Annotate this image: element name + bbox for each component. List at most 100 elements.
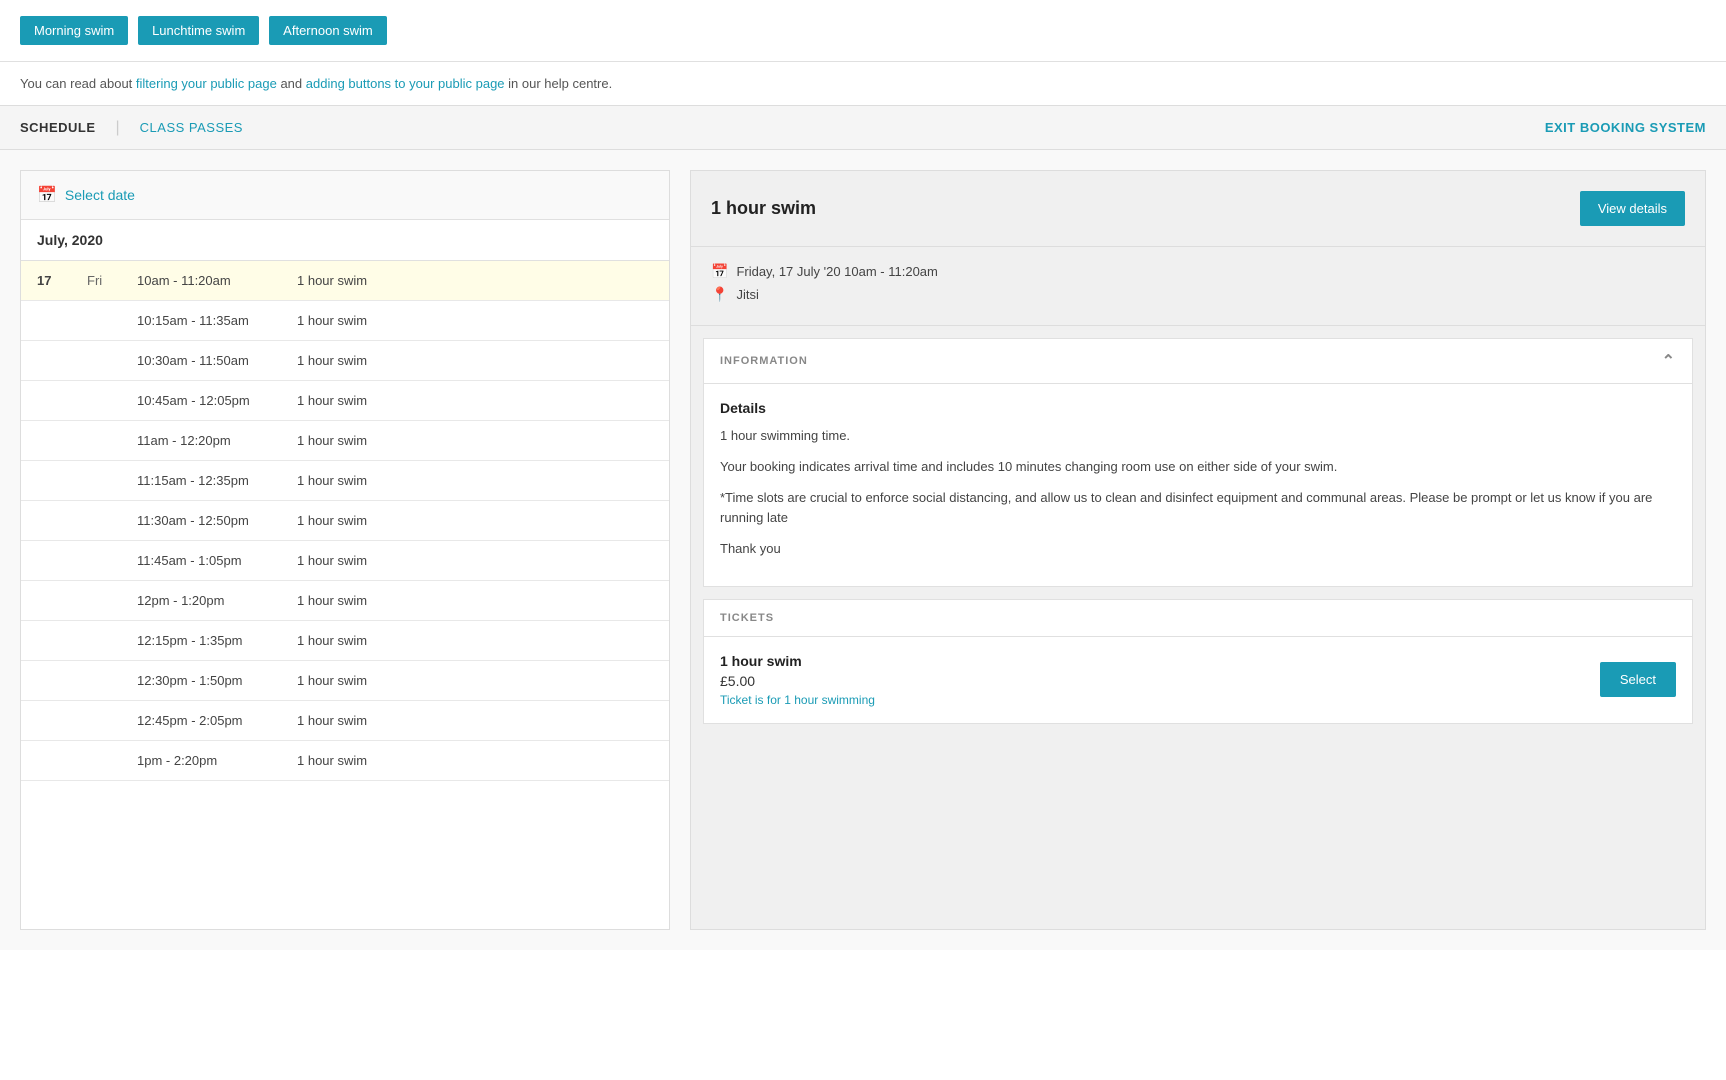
tickets-header: TICKETS xyxy=(704,600,1692,637)
ticket-name: 1 hour swim xyxy=(720,653,1600,669)
class-name: 1 hour swim xyxy=(281,581,669,621)
time-slot: 10am - 11:20am xyxy=(121,261,281,301)
schedule-panel: 📅 Select date July, 2020 17Fri10am - 11:… xyxy=(20,170,670,930)
lunchtime-swim-button[interactable]: Lunchtime swim xyxy=(138,16,259,45)
time-slot: 12:45pm - 2:05pm xyxy=(121,701,281,741)
detail-datetime-row: 📅 Friday, 17 July '20 10am - 11:20am xyxy=(711,263,1685,280)
day-number: 17 xyxy=(21,261,71,301)
day-name xyxy=(71,621,121,661)
filter-bar: Morning swim Lunchtime swim Afternoon sw… xyxy=(0,0,1726,62)
class-name: 1 hour swim xyxy=(281,461,669,501)
detail-line-4: Thank you xyxy=(720,539,1676,560)
time-slot: 10:45am - 12:05pm xyxy=(121,381,281,421)
details-panel: 1 hour swim View details 📅 Friday, 17 Ju… xyxy=(690,170,1706,930)
ticket-info: 1 hour swim £5.00 Ticket is for 1 hour s… xyxy=(720,653,1600,707)
select-date-link[interactable]: Select date xyxy=(65,187,135,203)
table-row[interactable]: 11:45am - 1:05pm1 hour swim xyxy=(21,541,669,581)
detail-header: 1 hour swim View details xyxy=(691,171,1705,247)
filter-page-link[interactable]: filtering your public page xyxy=(136,76,277,91)
day-number xyxy=(21,381,71,421)
table-row[interactable]: 12:45pm - 2:05pm1 hour swim xyxy=(21,701,669,741)
day-number xyxy=(21,301,71,341)
detail-title: 1 hour swim xyxy=(711,198,816,219)
day-name xyxy=(71,341,121,381)
table-row[interactable]: 12pm - 1:20pm1 hour swim xyxy=(21,581,669,621)
detail-line-3: *Time slots are crucial to enforce socia… xyxy=(720,488,1676,530)
table-row[interactable]: 11am - 12:20pm1 hour swim xyxy=(21,421,669,461)
ticket-note: Ticket is for 1 hour swimming xyxy=(720,693,1600,707)
day-name xyxy=(71,301,121,341)
day-number xyxy=(21,501,71,541)
ticket-price: £5.00 xyxy=(720,673,1600,689)
class-name: 1 hour swim xyxy=(281,261,669,301)
table-row[interactable]: 17Fri10am - 11:20am1 hour swim xyxy=(21,261,669,301)
time-slot: 11am - 12:20pm xyxy=(121,421,281,461)
time-slot: 11:30am - 12:50pm xyxy=(121,501,281,541)
day-number xyxy=(21,421,71,461)
day-name xyxy=(71,501,121,541)
day-name xyxy=(71,741,121,781)
table-row[interactable]: 1pm - 2:20pm1 hour swim xyxy=(21,741,669,781)
class-name: 1 hour swim xyxy=(281,621,669,661)
tab-schedule[interactable]: SCHEDULE xyxy=(20,106,96,149)
help-text-middle: and xyxy=(280,76,305,91)
day-number xyxy=(21,541,71,581)
class-name: 1 hour swim xyxy=(281,421,669,461)
tab-class-passes[interactable]: CLASS PASSES xyxy=(140,106,243,149)
day-number xyxy=(21,741,71,781)
table-row[interactable]: 12:30pm - 1:50pm1 hour swim xyxy=(21,661,669,701)
select-button[interactable]: Select xyxy=(1600,662,1676,697)
day-number xyxy=(21,701,71,741)
location-icon: 📍 xyxy=(711,286,728,303)
add-buttons-link[interactable]: adding buttons to your public page xyxy=(306,76,505,91)
information-section-body: Details 1 hour swimming time. Your booki… xyxy=(704,384,1692,586)
class-name: 1 hour swim xyxy=(281,741,669,781)
day-name xyxy=(71,581,121,621)
view-details-button[interactable]: View details xyxy=(1580,191,1685,226)
table-row[interactable]: 12:15pm - 1:35pm1 hour swim xyxy=(21,621,669,661)
detail-datetime: Friday, 17 July '20 10am - 11:20am xyxy=(736,264,937,279)
class-name: 1 hour swim xyxy=(281,701,669,741)
time-slot: 11:15am - 12:35pm xyxy=(121,461,281,501)
detail-line-2: Your booking indicates arrival time and … xyxy=(720,457,1676,478)
class-name: 1 hour swim xyxy=(281,301,669,341)
day-number xyxy=(21,461,71,501)
time-slot: 11:45am - 1:05pm xyxy=(121,541,281,581)
date-selector[interactable]: 📅 Select date xyxy=(21,171,669,220)
tickets-section: TICKETS 1 hour swim £5.00 Ticket is for … xyxy=(703,599,1693,724)
exit-booking-link[interactable]: EXIT BOOKING SYSTEM xyxy=(1545,120,1706,135)
class-name: 1 hour swim xyxy=(281,341,669,381)
nav-tabs: SCHEDULE | CLASS PASSES EXIT BOOKING SYS… xyxy=(0,105,1726,150)
time-slot: 10:30am - 11:50am xyxy=(121,341,281,381)
calendar-small-icon: 📅 xyxy=(711,263,728,280)
time-slot: 10:15am - 11:35am xyxy=(121,301,281,341)
table-row[interactable]: 10:30am - 11:50am1 hour swim xyxy=(21,341,669,381)
information-section: INFORMATION ⌃ Details 1 hour swimming ti… xyxy=(703,338,1693,587)
day-number xyxy=(21,661,71,701)
detail-info: 📅 Friday, 17 July '20 10am - 11:20am 📍 J… xyxy=(691,247,1705,326)
day-name xyxy=(71,381,121,421)
day-name xyxy=(71,461,121,501)
information-section-header[interactable]: INFORMATION ⌃ xyxy=(704,339,1692,384)
morning-swim-button[interactable]: Morning swim xyxy=(20,16,128,45)
afternoon-swim-button[interactable]: Afternoon swim xyxy=(269,16,387,45)
nav-divider: | xyxy=(116,119,120,137)
schedule-table: 17Fri10am - 11:20am1 hour swim10:15am - … xyxy=(21,261,669,781)
chevron-up-icon: ⌃ xyxy=(1662,351,1676,371)
class-name: 1 hour swim xyxy=(281,501,669,541)
day-number xyxy=(21,341,71,381)
day-number xyxy=(21,581,71,621)
table-row[interactable]: 11:15am - 12:35pm1 hour swim xyxy=(21,461,669,501)
class-name: 1 hour swim xyxy=(281,381,669,421)
table-row[interactable]: 10:45am - 12:05pm1 hour swim xyxy=(21,381,669,421)
help-text-prefix: You can read about xyxy=(20,76,136,91)
table-row[interactable]: 10:15am - 11:35am1 hour swim xyxy=(21,301,669,341)
table-row[interactable]: 11:30am - 12:50pm1 hour swim xyxy=(21,501,669,541)
day-number xyxy=(21,621,71,661)
day-name xyxy=(71,701,121,741)
details-subtitle: Details xyxy=(720,400,1676,416)
help-text-suffix: in our help centre. xyxy=(508,76,612,91)
class-name: 1 hour swim xyxy=(281,541,669,581)
time-slot: 12pm - 1:20pm xyxy=(121,581,281,621)
time-slot: 12:15pm - 1:35pm xyxy=(121,621,281,661)
